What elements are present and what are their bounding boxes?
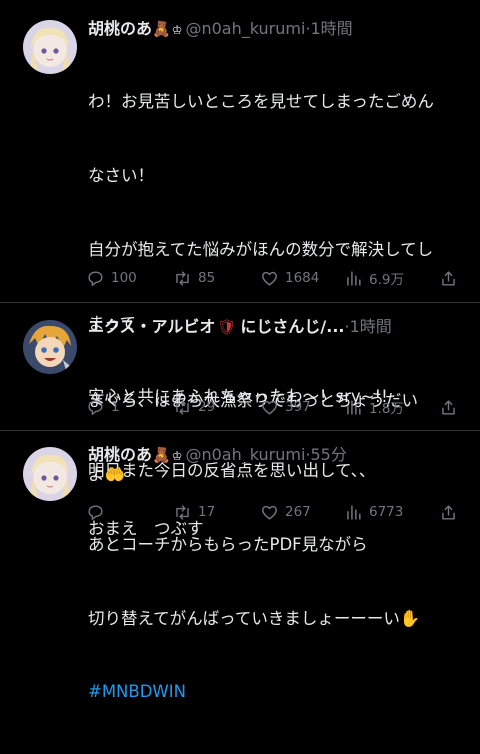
tweet-header: 胡桃のあ🧸♔ @n0ah_kurumi·55分 <box>88 444 347 466</box>
retweet-button[interactable]: 85 <box>173 266 215 290</box>
text-line: わ！お見苦しいところを見せてしまったごめん <box>88 92 434 112</box>
like-button[interactable]: 397 <box>260 395 311 419</box>
retweet-count: 17 <box>198 504 216 520</box>
view-count: 6773 <box>369 504 404 520</box>
crown-icon: ♔ <box>171 449 183 463</box>
tweet-3[interactable]: 胡桃のあ🧸♔ @n0ah_kurumi·55分 おまえ つぶす 17 267 67… <box>0 431 480 547</box>
views-button[interactable]: 6.9万 <box>344 266 404 290</box>
teddy-bear-emoji: 🧸 <box>152 446 171 464</box>
like-button[interactable]: 1684 <box>260 266 319 290</box>
views-icon <box>347 399 361 415</box>
reply-button[interactable] <box>86 500 111 524</box>
text-line: なさい！ <box>88 165 154 185</box>
reply-count: 1 <box>111 399 120 415</box>
hashtag-link[interactable]: #MNBDWIN <box>88 680 463 705</box>
view-count: 6.9万 <box>369 272 404 288</box>
reply-button[interactable]: 1 <box>86 395 120 419</box>
timestamp[interactable]: 1時間 <box>311 19 353 38</box>
like-button[interactable]: 267 <box>260 500 311 524</box>
reply-icon <box>88 504 103 520</box>
retweet-button[interactable]: 29 <box>173 395 215 419</box>
like-count: 397 <box>285 399 311 415</box>
display-name[interactable]: 胡桃のあ <box>88 19 152 38</box>
views-button[interactable]: 1.8万 <box>344 395 404 419</box>
views-button[interactable]: 6773 <box>344 500 403 524</box>
tweet-1[interactable]: 胡桃のあ🧸♔ @n0ah_kurumi·1時間 わ！お見苦しいところを見せてしまっ… <box>0 0 480 701</box>
reply-icon <box>88 399 103 415</box>
views-icon <box>347 270 361 286</box>
handle[interactable]: @n0ah_kurumi <box>185 19 305 38</box>
share-icon <box>442 270 455 286</box>
share-icon <box>442 399 455 415</box>
like-icon <box>262 271 277 286</box>
avatar[interactable] <box>23 447 77 501</box>
like-icon <box>262 505 277 520</box>
action-bar: 1 29 397 1.8万 <box>86 395 458 419</box>
handle[interactable]: @n0ah_kurumi <box>185 445 305 464</box>
retweet-icon <box>176 399 189 415</box>
reply-icon <box>88 270 103 286</box>
affiliation[interactable]: にじさんじ/... <box>240 317 344 336</box>
like-icon <box>262 400 277 415</box>
tweet-2[interactable]: エクス・アルビオ 🛡 にじさんじ/...·1時間 まぐろ、はまち大漁祭りでもっとちょ… <box>0 303 480 484</box>
shield-emoji: 🛡 <box>217 318 237 336</box>
retweet-button[interactable]: 17 <box>173 500 215 524</box>
tweet-text: おまえ つぶす <box>88 468 463 591</box>
retweet-count: 85 <box>198 270 216 286</box>
share-button[interactable] <box>439 500 458 524</box>
view-count: 1.8万 <box>369 401 404 417</box>
display-name[interactable]: エクス・アルビオ <box>88 317 215 336</box>
retweet-icon <box>176 270 189 286</box>
text-line: 自分が抱えてた悩みがほんの数分で解決してし <box>88 239 434 259</box>
avatar[interactable] <box>23 20 77 74</box>
timestamp[interactable]: 55分 <box>311 445 347 464</box>
action-bar: 100 85 1684 6.9万 <box>86 266 458 290</box>
like-count: 267 <box>285 504 311 520</box>
views-icon <box>347 504 361 520</box>
share-button[interactable] <box>439 266 458 290</box>
tweet-header: 胡桃のあ🧸♔ @n0ah_kurumi·1時間 <box>88 18 353 40</box>
retweet-icon <box>176 504 189 520</box>
retweet-count: 29 <box>198 399 216 415</box>
timestamp[interactable]: 1時間 <box>350 317 392 336</box>
reply-count: 100 <box>111 270 137 286</box>
share-button[interactable] <box>439 395 458 419</box>
crown-icon: ♔ <box>171 23 183 37</box>
text-line: 切り替えてがんばっていきましょーーーい✋ <box>88 608 421 628</box>
reply-button[interactable]: 100 <box>86 266 137 290</box>
like-count: 1684 <box>285 270 320 286</box>
display-name[interactable]: 胡桃のあ <box>88 445 152 464</box>
tweet-header: エクス・アルビオ 🛡 にじさんじ/...·1時間 <box>88 316 392 338</box>
avatar[interactable] <box>23 320 77 374</box>
teddy-bear-emoji: 🧸 <box>152 20 171 38</box>
share-icon <box>442 504 455 520</box>
action-bar: 17 267 6773 <box>86 500 458 524</box>
